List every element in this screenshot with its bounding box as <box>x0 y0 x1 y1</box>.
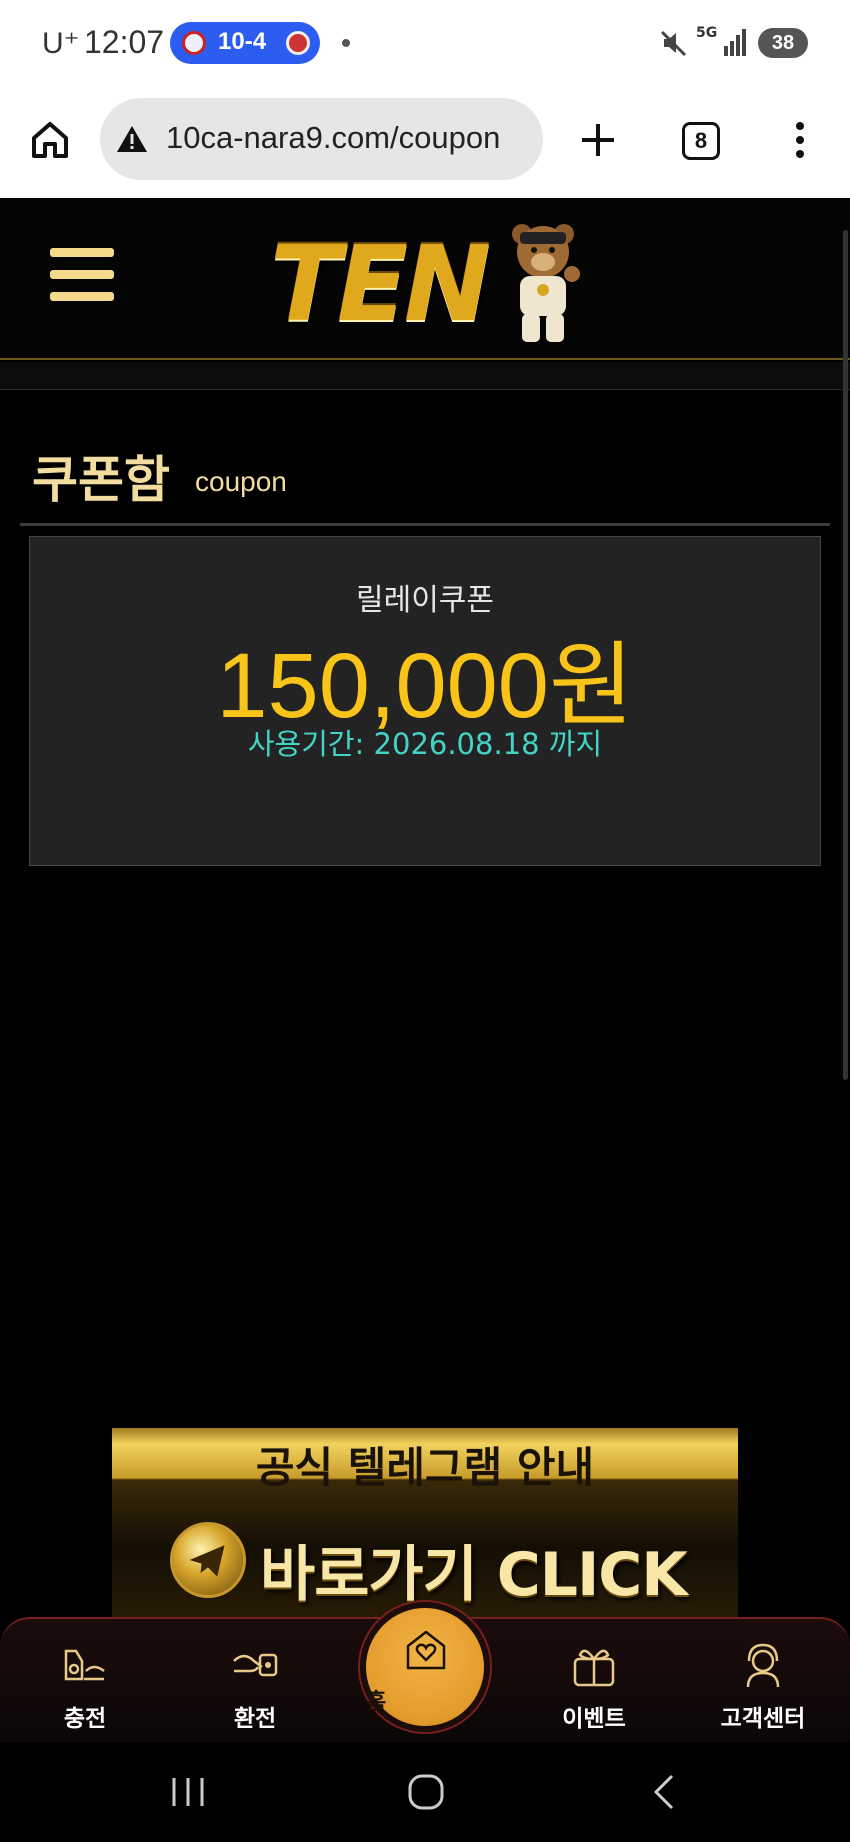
nav-support[interactable]: 고객센터 <box>698 1641 828 1741</box>
telegram-icon <box>170 1522 246 1598</box>
more-menu-icon[interactable] <box>790 118 810 162</box>
telegram-banner[interactable]: 공식 텔레그램 안내 바로가기 CLICK <box>112 1428 738 1628</box>
hamburger-menu-icon[interactable] <box>50 248 114 302</box>
nav-label: 이벤트 <box>562 1706 626 1732</box>
coupon-expiry: 사용기간: 2026.08.18 까지 <box>247 727 603 761</box>
browser-toolbar: 10ca-nara9.com/coupon 8 <box>0 88 850 198</box>
divider <box>20 523 830 526</box>
nav-label: 홈 <box>366 1690 387 1715</box>
nav-exchange[interactable]: 환전 <box>190 1641 320 1741</box>
scrollbar[interactable] <box>843 230 848 1080</box>
live-score-badge[interactable]: 10-4 <box>170 22 320 64</box>
signal-icon <box>724 29 746 56</box>
warning-icon[interactable] <box>116 124 148 154</box>
back-icon[interactable] <box>644 1772 688 1812</box>
support-icon <box>746 1643 780 1688</box>
nav-label: 고객센터 <box>720 1706 806 1732</box>
carrier-label: U⁺ <box>42 27 80 60</box>
recent-apps-icon[interactable] <box>166 1772 210 1812</box>
charge-icon <box>64 1649 105 1681</box>
page-title: 쿠폰함 <box>32 451 170 509</box>
nav-event[interactable]: 이벤트 <box>529 1641 659 1741</box>
subnav-strip <box>0 362 850 390</box>
nav-home[interactable]: 홈 <box>360 1602 490 1732</box>
exchange-icon <box>233 1653 278 1677</box>
notification-dot-icon <box>342 39 350 47</box>
team-logo-icon <box>286 31 310 55</box>
battery-indicator: 38 <box>758 28 808 58</box>
coupon-card[interactable]: 릴레이쿠폰 150,000원 사용기간: 2026.08.18 까지 <box>29 536 821 866</box>
banner-title: 공식 텔레그램 안내 <box>255 1443 595 1492</box>
bear-mascot-icon <box>512 224 580 342</box>
home-nav-icon[interactable] <box>404 1772 448 1812</box>
tab-switcher-button[interactable]: 8 <box>682 122 720 160</box>
site-logo[interactable]: TEN <box>270 218 585 348</box>
status-bar: U⁺ 12:07 10-4 5G 38 <box>0 0 850 88</box>
system-nav-bar <box>0 1742 850 1842</box>
network-type-label: 5G <box>696 25 718 41</box>
url-text[interactable]: 10ca-nara9.com/coupon <box>166 120 536 156</box>
home-heart-icon <box>406 1630 446 1670</box>
address-bar[interactable]: 10ca-nara9.com/coupon <box>100 98 543 180</box>
status-time: 12:07 <box>84 24 165 60</box>
site-header: TEN <box>0 198 850 360</box>
nav-label: 환전 <box>233 1706 277 1732</box>
banner-cta[interactable]: 바로가기 CLICK <box>260 1526 688 1613</box>
team-logo-icon <box>182 31 206 55</box>
mute-icon <box>660 30 687 57</box>
nav-charge[interactable]: 충전 <box>20 1641 150 1741</box>
page-subtitle: coupon <box>195 466 287 497</box>
nav-label: 충전 <box>63 1706 107 1732</box>
gift-icon <box>573 1649 615 1687</box>
browser-home-icon[interactable] <box>28 118 72 162</box>
new-tab-icon[interactable] <box>576 118 620 162</box>
live-score: 10-4 <box>218 28 267 55</box>
